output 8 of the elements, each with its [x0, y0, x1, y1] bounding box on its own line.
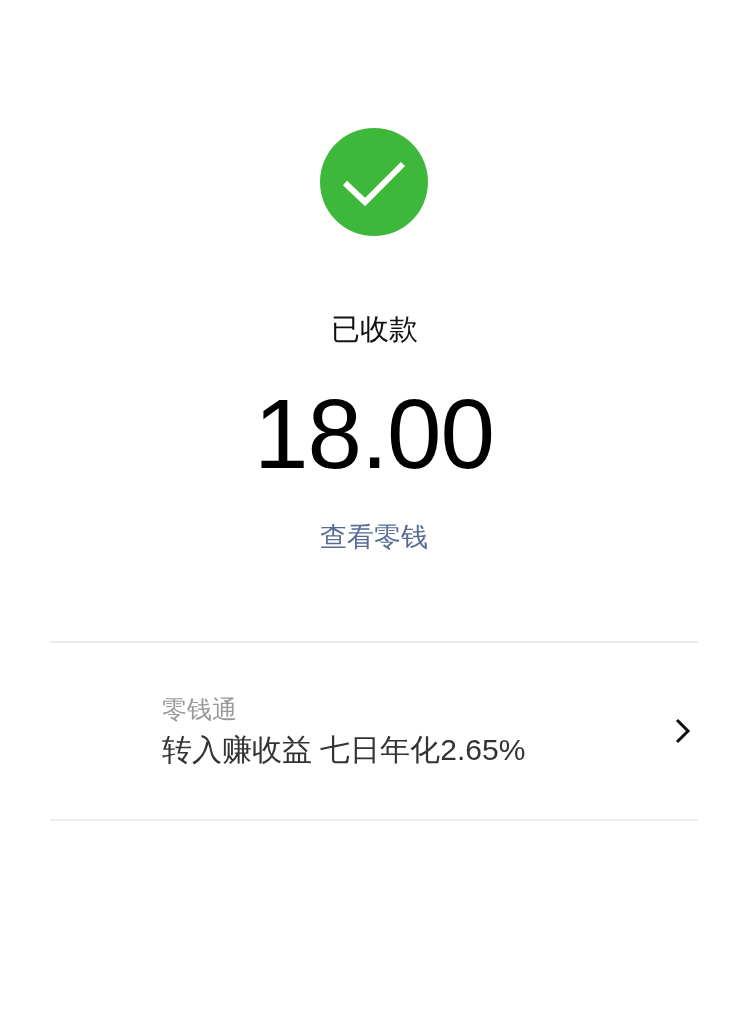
- amount: 18.00: [253, 384, 495, 483]
- promo-row[interactable]: 零钱通 转入赚收益 七日年化2.65%: [50, 641, 698, 822]
- status-title: 已收款: [330, 312, 418, 347]
- promo-title: 零钱通: [162, 693, 238, 724]
- check-circle-icon: [320, 128, 428, 236]
- chevron-right-icon: [674, 717, 692, 746]
- view-balance-link[interactable]: 查看零钱: [320, 516, 428, 558]
- promo-text: 转入赚收益 七日年化2.65%: [162, 731, 526, 768]
